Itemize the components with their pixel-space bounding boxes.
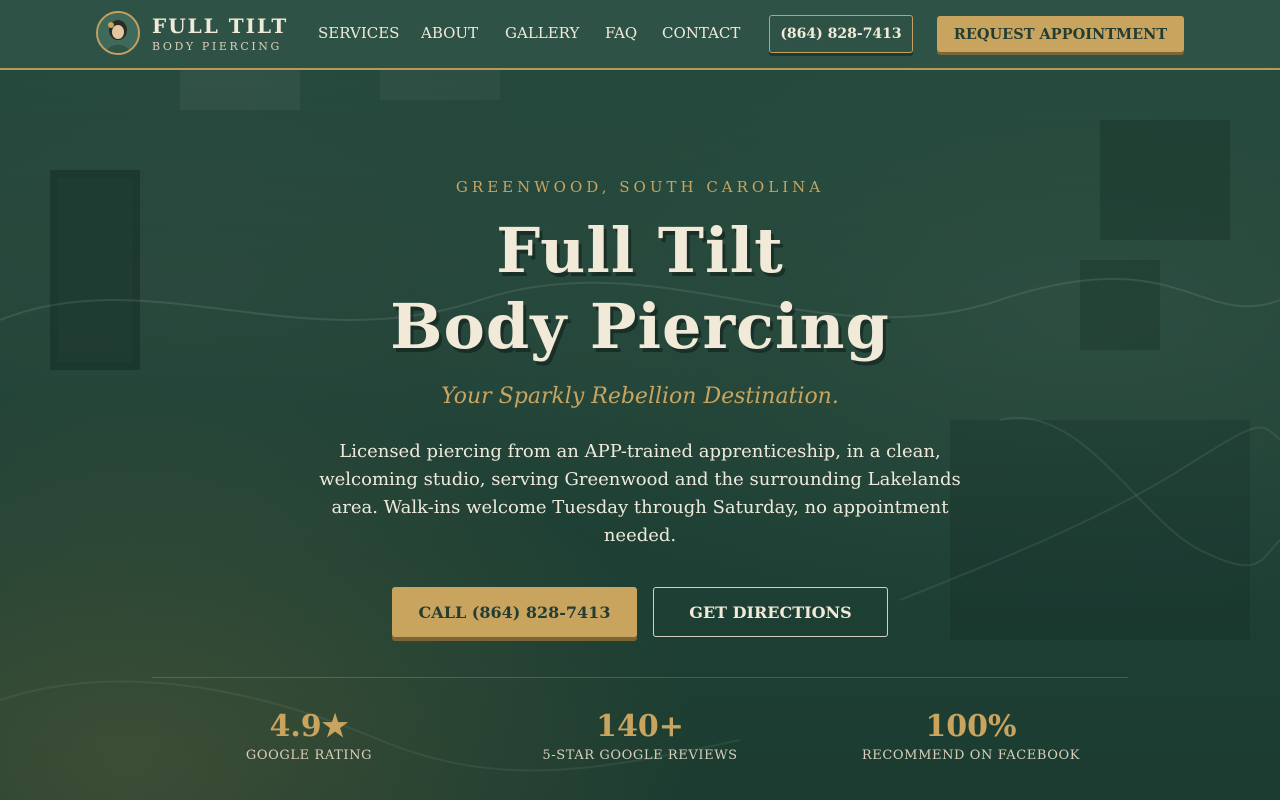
hero-title-line2: Body Piercing — [390, 290, 890, 363]
stat-label: GOOGLE RATING — [245, 748, 373, 763]
stat-value: 4.9★ — [269, 709, 349, 744]
site-header: FULL TILT BODY PIERCING SERVICES ABOUT G… — [0, 0, 1280, 70]
stat-google-reviews: 140+ 5-STAR GOOGLE REVIEWS — [490, 708, 790, 763]
nav-gallery[interactable]: GALLERY — [505, 24, 579, 42]
call-button[interactable]: CALL (864) 828-7413 — [392, 587, 637, 637]
nav-about[interactable]: ABOUT — [421, 24, 478, 42]
header-phone-button[interactable]: (864) 828-7413 — [769, 15, 913, 53]
stat-label: 5-STAR GOOGLE REVIEWS — [542, 748, 738, 763]
get-directions-button[interactable]: GET DIRECTIONS — [653, 587, 888, 637]
nav-faq[interactable]: FAQ — [605, 24, 637, 42]
hero-tagline: Your Sparkly Rebellion Destination. — [441, 384, 839, 409]
request-appointment-button[interactable]: REQUEST APPOINTMENT — [937, 16, 1184, 52]
brand-subtitle: BODY PIERCING — [152, 40, 282, 53]
location-eyebrow: GREENWOOD, SOUTH CAROLINA — [455, 178, 825, 196]
stat-label: RECOMMEND ON FACEBOOK — [861, 748, 1081, 763]
stat-facebook-recommend: 100% RECOMMEND ON FACEBOOK — [821, 708, 1121, 763]
stat-value: 100% — [925, 709, 1017, 744]
stat-google-rating: 4.9★ GOOGLE RATING — [159, 708, 459, 763]
nav-services[interactable]: SERVICES — [318, 24, 399, 42]
stats-divider — [152, 677, 1128, 678]
stat-value: 140+ — [596, 709, 684, 744]
hero-description: Licensed piercing from an APP-trained ap… — [319, 441, 961, 546]
hero-title-line1: Full Tilt — [496, 214, 784, 287]
nav-contact[interactable]: CONTACT — [662, 24, 740, 42]
logo-icon[interactable] — [96, 11, 140, 55]
brand-name[interactable]: FULL TILT — [152, 14, 288, 38]
